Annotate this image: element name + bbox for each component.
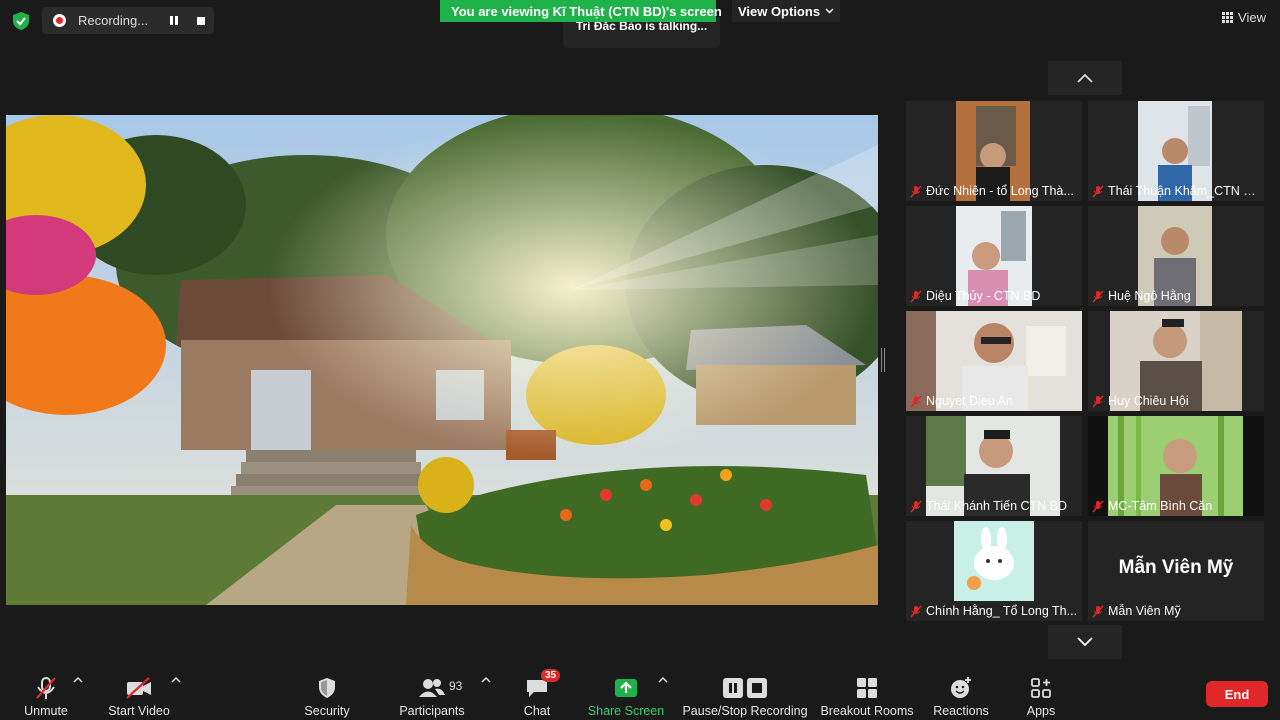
muted-mic-icon: [1092, 394, 1104, 408]
participant-name: Diệu Thủy - CTN BD: [926, 289, 1041, 303]
pause-stop-recording-button[interactable]: Pause/Stop Recording: [682, 662, 808, 720]
panel-resize-handle[interactable]: [881, 348, 885, 372]
apps-icon: [1031, 678, 1051, 698]
share-screen-button[interactable]: Share Screen: [588, 662, 664, 720]
chat-label: Chat: [523, 704, 551, 718]
view-label: View: [1238, 10, 1266, 25]
security-shield-icon: [319, 678, 335, 698]
participant-name: Đức Nhiên - tổ Long Thà...: [926, 184, 1074, 198]
gallery-scroll-up-button[interactable]: [1048, 61, 1122, 95]
recording-dot-icon: [53, 14, 66, 27]
share-screen-label: Share Screen: [587, 704, 665, 718]
muted-mic-icon: [910, 289, 922, 303]
participants-label: Participants: [399, 704, 465, 718]
participant-tile[interactable]: Thái Khánh Tiến CTN BD: [906, 416, 1082, 516]
participant-tile[interactable]: Huệ Ngô Hằng: [1088, 206, 1264, 306]
share-options-caret-icon[interactable]: [658, 676, 668, 684]
muted-mic-icon: [910, 394, 922, 408]
encryption-shield-icon[interactable]: [10, 10, 32, 32]
muted-mic-icon: [1092, 499, 1104, 513]
start-video-label: Start Video: [108, 704, 170, 718]
muted-mic-icon: [910, 184, 922, 198]
share-screen-icon: [615, 679, 637, 697]
audio-options-caret-icon[interactable]: [73, 676, 83, 684]
recording-indicator: Recording...: [42, 7, 214, 34]
muted-mic-icon: [1092, 289, 1104, 303]
reactions-label: Reactions: [933, 704, 989, 718]
end-meeting-button[interactable]: End: [1206, 681, 1268, 707]
muted-mic-icon: [910, 604, 922, 618]
breakout-rooms-icon: [857, 678, 877, 698]
security-button[interactable]: Security: [297, 662, 357, 720]
participants-options-caret-icon[interactable]: [481, 676, 491, 684]
view-button[interactable]: View: [1222, 10, 1266, 25]
participant-tile[interactable]: Mẫn Viên Mỹ Mẫn Viên Mỹ: [1088, 521, 1264, 621]
security-label: Security: [304, 704, 350, 718]
recording-label: Recording...: [78, 13, 149, 28]
participants-icon: [419, 679, 445, 697]
grid-icon: [1222, 12, 1234, 23]
reactions-button[interactable]: Reactions: [930, 662, 992, 720]
video-options-caret-icon[interactable]: [171, 676, 181, 684]
gallery-scroll-down-button[interactable]: [1048, 625, 1122, 659]
viewing-banner-text: You are viewing Kĩ Thuật (CTN BD)'s scre…: [451, 3, 722, 19]
unmute-label: Unmute: [24, 704, 68, 718]
participant-display-name: Mẫn Viên Mỹ: [1118, 557, 1234, 578]
chevron-down-icon: [1077, 637, 1093, 647]
chat-unread-badge: 35: [541, 669, 561, 682]
muted-mic-icon: [1092, 184, 1104, 198]
participant-name: Chính Hằng_ Tổ Long Th...: [926, 604, 1078, 618]
view-options-label: View Options: [737, 3, 821, 19]
viewing-screen-banner: You are viewing Kĩ Thuật (CTN BD)'s scre…: [440, 0, 722, 22]
pause-icon: [170, 16, 178, 25]
reactions-smiley-icon: [951, 677, 971, 698]
stop-recording-button[interactable]: [190, 10, 212, 32]
participant-name: MC-Tâm Bình Căn: [1108, 499, 1213, 513]
stop-icon: [197, 16, 205, 25]
shared-screen: [6, 115, 878, 605]
participant-name: Thái Thuận Khâm_CTN Bỉ...: [1108, 184, 1260, 198]
view-options-dropdown[interactable]: View Options: [732, 0, 840, 22]
participant-name: Mẫn Viên Mỹ: [1108, 604, 1181, 618]
participant-name: Nguyet Dieu An: [926, 394, 1013, 408]
breakout-rooms-label: Breakout Rooms: [820, 704, 914, 718]
muted-mic-icon: [1092, 604, 1104, 618]
pause-stop-recording-label: Pause/Stop Recording: [682, 704, 808, 718]
start-video-button[interactable]: Start Video: [104, 662, 174, 720]
participant-name: Huy Chiêu Hội: [1108, 394, 1189, 408]
chevron-down-icon: [825, 8, 834, 14]
unmute-button[interactable]: Unmute: [16, 662, 76, 720]
participant-tile[interactable]: Diệu Thủy - CTN BD: [906, 206, 1082, 306]
participant-name: Huệ Ngô Hằng: [1108, 289, 1191, 303]
participants-count: 93: [449, 679, 463, 693]
participant-tile[interactable]: Đức Nhiên - tổ Long Thà...: [906, 101, 1082, 201]
participant-name: Thái Khánh Tiến CTN BD: [926, 499, 1068, 513]
apps-label: Apps: [1026, 704, 1056, 718]
participant-tile[interactable]: MC-Tâm Bình Căn: [1088, 416, 1264, 516]
breakout-rooms-button[interactable]: Breakout Rooms: [820, 662, 914, 720]
shared-garden-photo: [6, 115, 878, 605]
participant-tile[interactable]: Thái Thuận Khâm_CTN Bỉ...: [1088, 101, 1264, 201]
chevron-up-icon: [1077, 73, 1093, 83]
participant-tile[interactable]: Nguyet Dieu An: [906, 311, 1082, 411]
muted-mic-icon: [910, 499, 922, 513]
meeting-toolbar: Unmute Start Video Security Participants…: [0, 662, 1280, 720]
muted-microphone-icon: [36, 677, 56, 699]
participant-tile[interactable]: Huy Chiêu Hội: [1088, 311, 1264, 411]
apps-button[interactable]: Apps: [1020, 662, 1062, 720]
video-off-icon: [126, 677, 151, 699]
pause-stop-recording-icon: [723, 678, 767, 698]
pause-recording-button[interactable]: [163, 10, 185, 32]
participant-tile[interactable]: Chính Hằng_ Tổ Long Th...: [906, 521, 1082, 621]
